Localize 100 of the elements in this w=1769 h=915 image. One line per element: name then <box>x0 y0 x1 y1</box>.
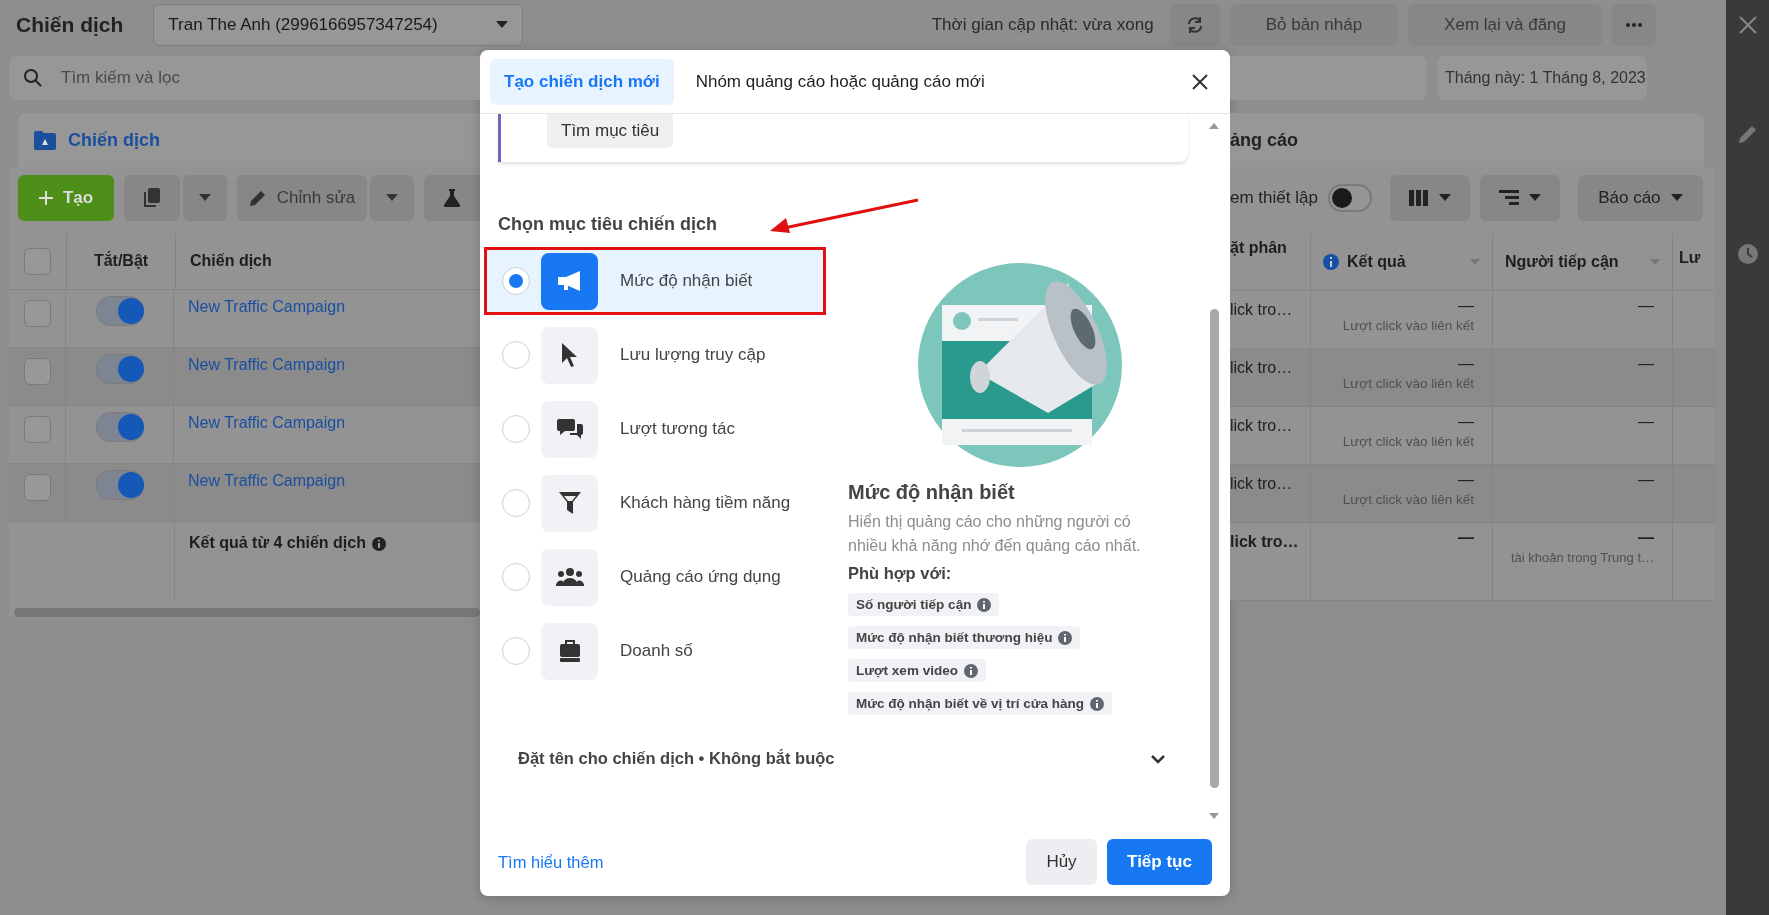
objective-option[interactable]: Lưu lượng truy cập <box>484 325 826 385</box>
radio-button[interactable] <box>502 637 530 665</box>
update-status: Thời gian cập nhật: vừa xong <box>931 15 1154 35</box>
caret-icon <box>1670 194 1683 202</box>
date-range-button[interactable]: Tháng này: 1 Tháng 8, 2023 <box>1437 56 1647 100</box>
table-cell: — <box>1638 413 1654 431</box>
page-title: Chiến dịch <box>16 13 124 37</box>
fit-label: Phù hợp với: <box>848 564 952 583</box>
info-icon <box>963 663 978 678</box>
objective-option[interactable]: Quảng cáo ứng dụng <box>484 547 826 607</box>
table-cell: — <box>1638 297 1654 315</box>
toggle-switch[interactable] <box>1327 184 1372 212</box>
toggle-switch[interactable] <box>95 412 144 442</box>
search-icon <box>23 68 43 88</box>
reach-note: tài khoản trong Trung t… <box>1510 550 1654 565</box>
tab[interactable]: ảng cáo <box>1230 113 1704 167</box>
breakdown-icon <box>1498 190 1519 206</box>
result-type: Lượt click vào liên kết <box>1342 376 1474 391</box>
radio-button[interactable] <box>502 341 530 369</box>
test-button[interactable] <box>424 175 480 221</box>
radio-button[interactable] <box>502 563 530 591</box>
duplicate-button[interactable] <box>124 175 180 221</box>
continue-button[interactable]: Tiếp tục <box>1107 839 1212 885</box>
column-header[interactable]: Người tiếp cận <box>1505 252 1619 271</box>
toggle-switch[interactable] <box>95 470 144 500</box>
column-header[interactable]: Lư <box>1679 249 1701 266</box>
radio-button[interactable] <box>502 267 530 295</box>
dropdown-button[interactable] <box>183 175 227 221</box>
scrollbar-thumb[interactable] <box>14 608 480 617</box>
tag: Mức độ nhận biết về vị trí cửa hàng <box>848 692 1113 715</box>
table-cell: lick tro… <box>1230 475 1293 492</box>
sort-icon[interactable] <box>1650 258 1660 265</box>
checkbox[interactable] <box>24 247 51 275</box>
objective-option[interactable]: Khách hàng tiềm năng <box>484 473 826 533</box>
column-header[interactable]: Kết quả <box>1347 252 1406 271</box>
toolbar-button[interactable]: Xem lại và đăng <box>1408 4 1602 46</box>
create-button[interactable]: Tạo <box>18 175 114 221</box>
sort-icon[interactable] <box>1470 258 1480 265</box>
view-setup-label: em thiết lập <box>1230 188 1318 208</box>
table-cell: lick tro… <box>1230 417 1293 434</box>
learn-more-link[interactable]: Tìm hiểu thêm <box>498 852 604 872</box>
info-icon <box>371 537 386 551</box>
checkbox[interactable] <box>23 358 51 385</box>
search-field[interactable] <box>1230 56 1427 100</box>
columns-icon <box>1408 190 1429 206</box>
tab[interactable]: Chiến dịch <box>18 113 480 167</box>
toggle-switch[interactable] <box>95 354 144 384</box>
edit-button[interactable]: Chỉnh sửa <box>237 175 367 221</box>
tab[interactable]: Tạo chiến dịch mới <box>490 58 674 105</box>
clock-icon[interactable] <box>1737 244 1758 264</box>
checkbox[interactable] <box>23 416 51 443</box>
table-cell: — <box>1458 413 1474 431</box>
toggle-switch[interactable] <box>95 296 144 326</box>
info-icon <box>1323 253 1339 270</box>
breakdown-button[interactable] <box>1479 175 1560 221</box>
radio-button[interactable] <box>502 489 530 517</box>
scroll-down-icon[interactable] <box>1209 812 1219 820</box>
objective-option[interactable]: Mức độ nhận biết <box>484 247 826 315</box>
column-header[interactable]: ặt phân <box>1230 239 1287 256</box>
caret-icon <box>199 194 211 202</box>
chat-icon <box>556 417 583 441</box>
objective-option[interactable]: Lượt tương tác <box>484 399 826 459</box>
report-button[interactable]: Báo cáo <box>1577 175 1703 221</box>
tag: Lượt xem video <box>848 659 986 682</box>
columns-button[interactable] <box>1389 175 1470 221</box>
result-type: Lượt click vào liên kết <box>1342 318 1474 333</box>
table-cell: — <box>1458 471 1474 489</box>
cancel-button[interactable]: Hủy <box>1026 839 1097 885</box>
tag: Mức độ nhận biết thương hiệu <box>848 626 1081 649</box>
close-icon <box>1192 73 1208 90</box>
search-field[interactable]: Tìm kiếm và lọc <box>9 56 480 100</box>
briefcase-icon <box>558 639 581 663</box>
column-header[interactable]: Tắt/Bật <box>93 252 149 270</box>
scrollbar-thumb[interactable] <box>1209 309 1219 788</box>
toolbar-button[interactable]: Bỏ bản nháp <box>1229 4 1399 46</box>
checkbox[interactable] <box>23 474 51 501</box>
name-section[interactable]: Đặt tên cho chiến dịch • Không bắt buộc <box>518 749 1166 768</box>
table-cell: — <box>1638 529 1654 547</box>
summary-label: Kết quả từ 4 chiến dịch <box>189 534 366 552</box>
table-cell: — <box>1458 355 1474 373</box>
tag: Số người tiếp cận <box>848 593 1000 616</box>
close-icon[interactable] <box>1738 16 1757 34</box>
account-dropdown[interactable]: Tran The Anh (2996166957347254) <box>153 4 524 46</box>
objective-option[interactable]: Doanh số <box>484 621 826 681</box>
checkbox[interactable] <box>23 300 51 327</box>
section-heading: Chọn mục tiêu chiến dịch <box>498 214 717 235</box>
table-cell: — <box>1638 355 1654 373</box>
more-button[interactable] <box>1612 4 1656 46</box>
table-cell: lick tro… <box>1230 533 1299 550</box>
pencil-icon[interactable] <box>1737 124 1758 144</box>
folder-icon <box>34 130 56 150</box>
radio-button[interactable] <box>502 415 530 443</box>
refresh-button[interactable] <box>1169 4 1220 46</box>
tab[interactable]: Nhóm quảng cáo hoặc quảng cáo mới <box>681 58 999 105</box>
column-header[interactable]: Chiến dịch <box>190 252 272 270</box>
result-type: Lượt click vào liên kết <box>1342 434 1474 449</box>
table-cell: — <box>1638 471 1654 489</box>
scroll-up-icon[interactable] <box>1209 122 1219 130</box>
find-goal-button[interactable]: Tìm mục tiêu <box>547 114 674 148</box>
dropdown-button[interactable] <box>370 175 414 221</box>
